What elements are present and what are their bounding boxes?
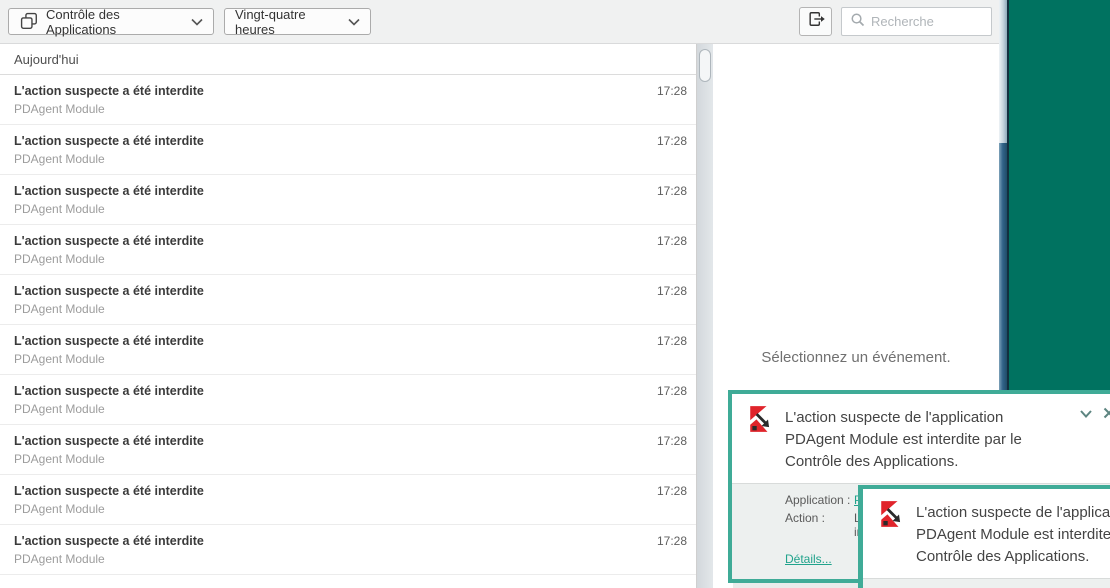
notification-toast[interactable]: L'action suspecte de l'application PDAge… bbox=[858, 485, 1110, 588]
period-dropdown[interactable]: Vingt-quatre heures bbox=[224, 6, 371, 37]
export-icon bbox=[806, 9, 826, 34]
chevron-down-icon bbox=[348, 14, 360, 29]
kaspersky-logo-icon bbox=[877, 496, 906, 528]
event-time: 17:28 bbox=[656, 134, 687, 148]
event-title: L'action suspecte a été interdite bbox=[14, 284, 204, 298]
event-time: 17:28 bbox=[656, 284, 687, 298]
event-list: Aujourd'hui L'action suspecte a été inte… bbox=[0, 44, 696, 588]
export-button[interactable] bbox=[799, 7, 832, 36]
event-time: 17:28 bbox=[656, 334, 687, 348]
details-link[interactable]: Détails... bbox=[785, 552, 832, 566]
empty-selection-message: Sélectionnez un événement. bbox=[761, 349, 951, 366]
event-row[interactable]: L'action suspecte a été interdite PDAgent… bbox=[0, 75, 696, 125]
event-row[interactable]: L'action suspecte a été interdite PDAgent… bbox=[0, 325, 696, 375]
event-rows: L'action suspecte a été interdite PDAgent… bbox=[0, 75, 696, 575]
event-subtitle: PDAgent Module bbox=[14, 452, 105, 466]
list-scrollbar-thumb[interactable] bbox=[699, 49, 711, 82]
notification-message: L'action suspecte de l'application PDAge… bbox=[916, 504, 1110, 565]
event-subtitle: PDAgent Module bbox=[14, 202, 105, 216]
action-label: Action : bbox=[785, 511, 826, 525]
event-title: L'action suspecte a été interdite bbox=[14, 384, 204, 398]
event-time: 17:28 bbox=[656, 534, 687, 548]
event-title: L'action suspecte a été interdite bbox=[14, 334, 204, 348]
search-input[interactable] bbox=[871, 14, 1047, 29]
event-subtitle: PDAgent Module bbox=[14, 402, 105, 416]
event-time: 17:28 bbox=[656, 434, 687, 448]
event-subtitle: PDAgent Module bbox=[14, 352, 105, 366]
event-time: 17:28 bbox=[656, 184, 687, 198]
event-title: L'action suspecte a été interdite bbox=[14, 484, 204, 498]
event-row[interactable]: L'action suspecte a été interdite PDAgent… bbox=[0, 225, 696, 275]
list-scrollbar[interactable] bbox=[696, 44, 713, 588]
kaspersky-logo-icon bbox=[746, 401, 775, 433]
event-subtitle: PDAgent Module bbox=[14, 152, 105, 166]
close-icon[interactable] bbox=[1103, 406, 1110, 424]
event-title: L'action suspecte a été interdite bbox=[14, 184, 204, 198]
event-row[interactable]: L'action suspecte a été interdite PDAgent… bbox=[0, 375, 696, 425]
period-dropdown-label: Vingt-quatre heures bbox=[235, 6, 306, 37]
filter-dropdown[interactable]: Contrôle des Applications bbox=[8, 6, 214, 37]
group-header: Aujourd'hui bbox=[0, 44, 696, 75]
collapse-icon[interactable] bbox=[1079, 406, 1093, 424]
event-time: 17:28 bbox=[656, 484, 687, 498]
event-subtitle: PDAgent Module bbox=[14, 302, 105, 316]
search-icon bbox=[850, 12, 865, 32]
event-title: L'action suspecte a été interdite bbox=[14, 84, 204, 98]
event-subtitle: PDAgent Module bbox=[14, 102, 105, 116]
event-row[interactable]: L'action suspecte a été interdite PDAgent… bbox=[0, 425, 696, 475]
chevron-down-icon bbox=[191, 14, 203, 29]
event-title: L'action suspecte a été interdite bbox=[14, 534, 204, 548]
event-title: L'action suspecte a été interdite bbox=[14, 234, 204, 248]
apps-icon bbox=[19, 11, 38, 33]
event-row[interactable]: L'action suspecte a été interdite PDAgent… bbox=[0, 275, 696, 325]
event-title: L'action suspecte a été interdite bbox=[14, 434, 204, 448]
toolbar: Contrôle des Applications Vingt-quatre h… bbox=[0, 0, 1047, 44]
application-label: Application : bbox=[785, 493, 851, 507]
search-box[interactable] bbox=[841, 7, 1047, 36]
notification-details-section bbox=[863, 578, 1110, 588]
event-row[interactable]: L'action suspecte a été interdite PDAgent… bbox=[0, 525, 696, 575]
filter-dropdown-label: Contrôle des Applications bbox=[46, 6, 120, 37]
event-time: 17:28 bbox=[656, 234, 687, 248]
event-row[interactable]: L'action suspecte a été interdite PDAgent… bbox=[0, 475, 696, 525]
notification-behind bbox=[733, 583, 858, 588]
notification-message: L'action suspecte de l'application PDAge… bbox=[785, 409, 1022, 470]
event-row[interactable]: L'action suspecte a été interdite PDAgent… bbox=[0, 125, 696, 175]
event-subtitle: PDAgent Module bbox=[14, 552, 105, 566]
event-title: L'action suspecte a été interdite bbox=[14, 134, 204, 148]
event-time: 17:28 bbox=[656, 384, 687, 398]
event-row[interactable]: L'action suspecte a été interdite PDAgent… bbox=[0, 175, 696, 225]
event-subtitle: PDAgent Module bbox=[14, 502, 105, 516]
event-time: 17:28 bbox=[656, 84, 687, 98]
event-subtitle: PDAgent Module bbox=[14, 252, 105, 266]
